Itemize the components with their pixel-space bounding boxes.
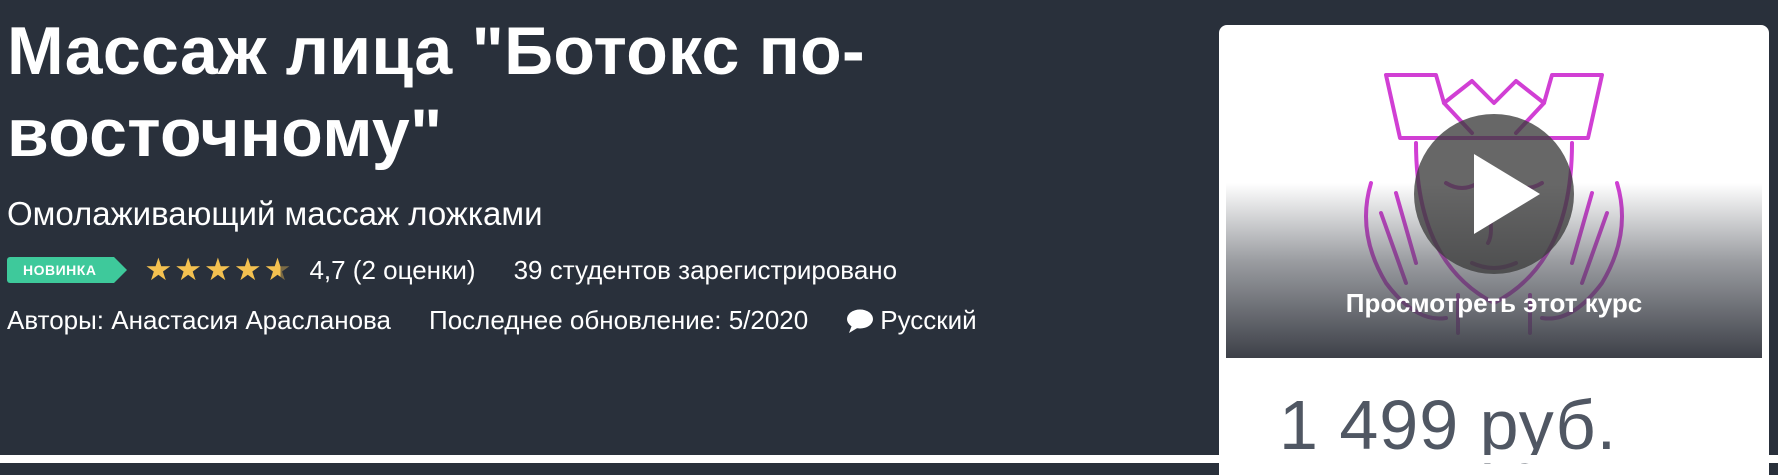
course-sidebar-card: Просмотреть этот курс 1 499 руб.	[1219, 25, 1769, 475]
course-price: 1 499 руб.	[1279, 386, 1618, 464]
rating-text[interactable]: 4,7 (2 оценки)	[309, 255, 475, 286]
students-count: 39 студентов зарегистрировано	[513, 254, 898, 285]
last-updated: Последнее обновление: 5/2020	[429, 305, 809, 335]
play-triangle	[1474, 154, 1540, 234]
star-icon: ★	[174, 252, 203, 287]
page-bottom-edge	[0, 455, 1778, 463]
play-icon[interactable]	[1414, 114, 1574, 274]
course-preview[interactable]: Просмотреть этот курс	[1226, 33, 1762, 358]
authors[interactable]: Авторы: Анастасия Арасланова	[7, 305, 391, 336]
rating-stars[interactable]: ★ ★ ★ ★ ★	[144, 253, 293, 287]
star-icon: ★	[204, 252, 232, 287]
course-title: Массаж лица "Ботокс по-восточному"	[7, 13, 865, 171]
course-subtitle: Омолаживающий массаж ложками	[7, 195, 543, 232]
preview-label[interactable]: Просмотреть этот курс	[1226, 288, 1762, 319]
rating-row: НОВИНКА ★ ★ ★ ★ ★ 4,7 (2 оценки) 39 студ…	[7, 253, 1187, 287]
info-row: Авторы: Анастасия Арасланова Последнее о…	[7, 305, 1187, 336]
language: Русский	[846, 305, 977, 336]
star-icon: ★	[233, 252, 262, 287]
course-header: Массаж лица "Ботокс по-восточному" Омола…	[7, 10, 1187, 336]
new-badge: НОВИНКА	[7, 257, 128, 283]
speech-bubble-icon	[847, 309, 874, 333]
language-label: Русский	[880, 305, 977, 335]
star-icon: ★	[144, 252, 173, 287]
half-star-icon: ★	[263, 252, 292, 287]
